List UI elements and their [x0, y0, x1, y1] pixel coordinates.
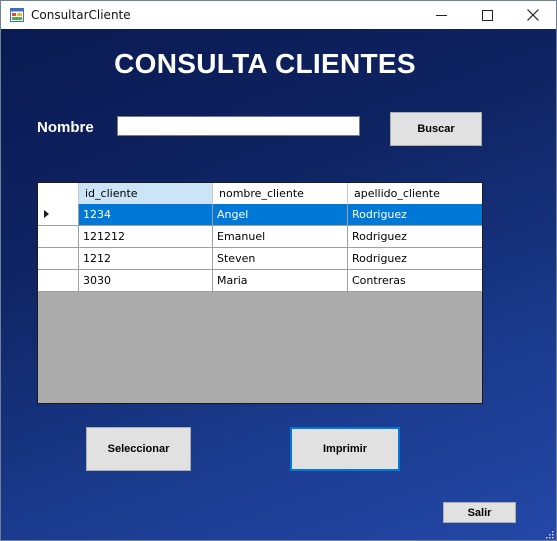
minimize-icon	[435, 14, 447, 16]
cell-apellido-cliente[interactable]: Contreras	[348, 270, 482, 292]
cell-id-cliente[interactable]: 3030	[79, 270, 213, 292]
clientes-grid[interactable]: id_cliente nombre_cliente apellido_clien…	[37, 182, 483, 404]
resize-grip-icon[interactable]	[544, 529, 554, 539]
table-row[interactable]: 121212 Emanuel Rodriguez	[38, 226, 482, 248]
column-header-nombre-cliente[interactable]: nombre_cliente	[213, 183, 348, 204]
cell-apellido-cliente[interactable]: Rodriguez	[348, 204, 482, 226]
seleccionar-button[interactable]: Seleccionar	[86, 427, 191, 471]
buscar-button[interactable]: Buscar	[390, 112, 482, 146]
row-header[interactable]	[38, 204, 79, 226]
cell-id-cliente[interactable]: 121212	[79, 226, 213, 248]
cell-nombre-cliente[interactable]: Emanuel	[213, 226, 348, 248]
cell-apellido-cliente[interactable]: Rodriguez	[348, 248, 482, 270]
window: ConsultarCliente CONSULTA CLIENTES Nombr…	[0, 0, 557, 541]
cell-apellido-cliente[interactable]: Rodriguez	[348, 226, 482, 248]
form-client-area: CONSULTA CLIENTES Nombre Buscar id_clien…	[1, 29, 556, 540]
cell-nombre-cliente[interactable]: Steven	[213, 248, 348, 270]
row-header[interactable]	[38, 248, 79, 270]
row-header-corner[interactable]	[38, 183, 79, 204]
row-header[interactable]	[38, 270, 79, 292]
maximize-icon	[481, 9, 493, 21]
nombre-input[interactable]	[117, 116, 360, 136]
page-title: CONSULTA CLIENTES	[114, 48, 416, 79]
cell-nombre-cliente[interactable]: Angel	[213, 204, 348, 226]
table-row[interactable]: 1212 Steven Rodriguez	[38, 248, 482, 270]
cell-id-cliente[interactable]: 1234	[79, 204, 213, 226]
current-row-arrow-icon	[44, 210, 49, 218]
window-title: ConsultarCliente	[31, 8, 131, 22]
title-bar[interactable]: ConsultarCliente	[1, 1, 556, 29]
nombre-label: Nombre	[37, 119, 94, 136]
close-icon	[527, 9, 539, 21]
winforms-app-icon	[10, 8, 24, 22]
table-row[interactable]: 3030 Maria Contreras	[38, 270, 482, 292]
column-header-id-cliente[interactable]: id_cliente	[79, 183, 213, 204]
grid-header-row: id_cliente nombre_cliente apellido_clien…	[38, 183, 482, 204]
salir-button[interactable]: Salir	[443, 502, 516, 523]
cell-id-cliente[interactable]: 1212	[79, 248, 213, 270]
minimize-button[interactable]	[418, 1, 464, 29]
cell-nombre-cliente[interactable]: Maria	[213, 270, 348, 292]
maximize-button[interactable]	[464, 1, 510, 29]
row-header[interactable]	[38, 226, 79, 248]
close-button[interactable]	[510, 1, 556, 29]
table-row[interactable]: 1234 Angel Rodriguez	[38, 204, 482, 226]
column-header-apellido-cliente[interactable]: apellido_cliente	[348, 183, 482, 204]
imprimir-button[interactable]: Imprimir	[290, 427, 400, 471]
